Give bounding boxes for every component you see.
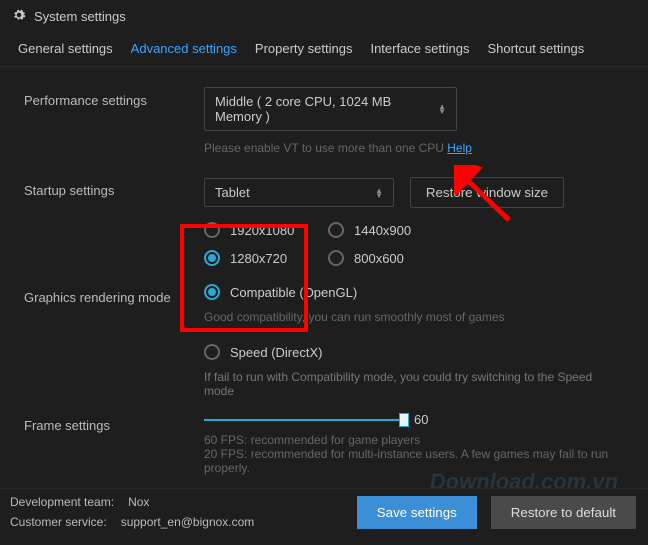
radio-icon	[204, 284, 220, 300]
radio-speed[interactable]: Speed (DirectX)	[204, 344, 624, 360]
startup-value: Tablet	[215, 185, 250, 200]
help-link[interactable]: Help	[447, 141, 472, 155]
frame-label: Frame settings	[24, 412, 204, 433]
render-label: Graphics rendering mode	[24, 284, 204, 305]
dev-team-label: Development team:	[10, 495, 114, 509]
slider-thumb-icon	[399, 413, 409, 427]
speed-hint: If fail to run with Compatibility mode, …	[204, 370, 624, 398]
tab-property[interactable]: Property settings	[255, 41, 353, 56]
radio-icon	[328, 250, 344, 266]
performance-value: Middle ( 2 core CPU, 1024 MB Memory )	[215, 94, 438, 124]
radio-1440x900[interactable]: 1440x900	[328, 222, 448, 238]
radio-icon	[204, 344, 220, 360]
dev-team-value: Nox	[128, 495, 149, 509]
tab-general[interactable]: General settings	[18, 41, 113, 56]
radio-800x600[interactable]: 800x600	[328, 250, 448, 266]
footer: Development team: Nox Customer service: …	[0, 488, 648, 545]
tabs: General settings Advanced settings Prope…	[0, 33, 648, 67]
fps-hint2: 20 FPS: recommended for multi-instance u…	[204, 447, 624, 475]
fps-value: 60	[414, 412, 428, 427]
save-button[interactable]: Save settings	[357, 496, 477, 529]
tab-shortcut[interactable]: Shortcut settings	[487, 41, 584, 56]
restore-default-button[interactable]: Restore to default	[491, 496, 636, 529]
radio-1920x1080[interactable]: 1920x1080	[204, 222, 324, 238]
tab-interface[interactable]: Interface settings	[370, 41, 469, 56]
performance-label: Performance settings	[24, 87, 204, 108]
chevron-updown-icon: ▲▼	[375, 188, 383, 198]
fps-slider[interactable]	[204, 413, 404, 427]
startup-select[interactable]: Tablet ▲▼	[204, 178, 394, 207]
gear-icon	[12, 8, 26, 25]
window-title: System settings	[34, 9, 126, 24]
tab-advanced[interactable]: Advanced settings	[131, 41, 237, 56]
performance-select[interactable]: Middle ( 2 core CPU, 1024 MB Memory ) ▲▼	[204, 87, 457, 131]
restore-window-button[interactable]: Restore window size	[410, 177, 564, 208]
titlebar: System settings	[0, 0, 648, 33]
radio-1280x720[interactable]: 1280x720	[204, 250, 324, 266]
content: Performance settings Middle ( 2 core CPU…	[0, 67, 648, 475]
customer-service-value: support_en@bignox.com	[121, 515, 255, 529]
chevron-updown-icon: ▲▼	[438, 104, 446, 114]
performance-hint: Please enable VT to use more than one CP…	[204, 141, 624, 155]
customer-service-label: Customer service:	[10, 515, 107, 529]
radio-icon	[328, 222, 344, 238]
radio-icon	[204, 222, 220, 238]
fps-hint1: 60 FPS: recommended for game players	[204, 433, 624, 447]
compatible-hint: Good compatibility, you can run smoothly…	[204, 310, 624, 324]
radio-icon	[204, 250, 220, 266]
startup-label: Startup settings	[24, 177, 204, 198]
radio-compatible[interactable]: Compatible (OpenGL)	[204, 284, 624, 300]
